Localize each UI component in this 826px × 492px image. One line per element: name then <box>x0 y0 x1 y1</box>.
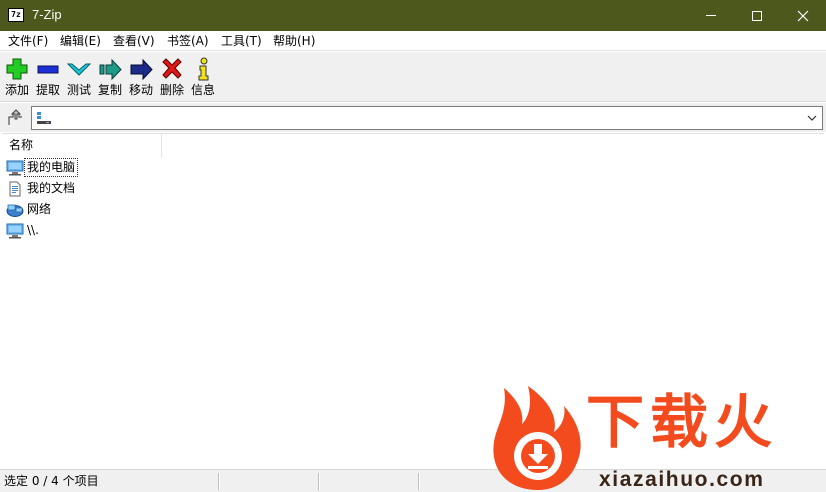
menu-edit[interactable]: 编辑(E) <box>60 33 101 49</box>
status-divider <box>418 473 420 490</box>
computer-icon <box>6 223 24 239</box>
window-title: 7-Zip <box>32 7 62 22</box>
status-divider <box>218 473 220 490</box>
minimize-button[interactable] <box>688 0 734 31</box>
delete-button[interactable]: 删除 <box>156 54 188 100</box>
minimize-icon <box>706 15 716 16</box>
list-item-label: 我的电脑 <box>23 158 79 177</box>
move-arrow-icon <box>130 58 153 81</box>
menu-bar: 文件(F) 编辑(E) 查看(V) 书签(A) 工具(T) 帮助(H) <box>0 31 826 51</box>
chevron-down-icon[interactable] <box>805 110 819 126</box>
copy-label: 复制 <box>97 83 122 97</box>
copy-arrow-icon <box>99 58 122 81</box>
maximize-button[interactable] <box>734 0 780 31</box>
info-icon <box>198 57 209 81</box>
close-icon <box>797 10 809 21</box>
extract-button[interactable]: 提取 <box>32 54 64 100</box>
menu-file[interactable]: 文件(F) <box>8 33 48 49</box>
up-folder-button[interactable] <box>4 107 26 129</box>
menu-tools[interactable]: 工具(T) <box>221 33 262 49</box>
list-item-label: 我的文档 <box>27 181 76 195</box>
network-icon <box>6 204 24 217</box>
extract-label: 提取 <box>35 83 60 97</box>
address-combobox[interactable] <box>31 106 823 130</box>
info-button[interactable]: 信息 <box>187 54 219 100</box>
list-item-label: 网络 <box>27 202 52 216</box>
close-button[interactable] <box>780 0 826 31</box>
column-header-name[interactable]: 名称 <box>2 134 162 158</box>
test-label: 测试 <box>66 83 91 97</box>
list-item-label: \\. <box>27 223 39 237</box>
status-divider <box>318 473 320 490</box>
app-icon[interactable]: 7z <box>8 8 24 22</box>
minus-icon <box>37 65 59 74</box>
maximize-icon <box>752 10 762 21</box>
copy-button[interactable]: 复制 <box>94 54 126 100</box>
menu-view[interactable]: 查看(V) <box>113 33 155 49</box>
watermark-url: xiazaihuo.com <box>599 468 765 491</box>
column-header-empty <box>163 134 823 158</box>
add-button[interactable]: 添加 <box>1 54 33 100</box>
check-chevron-icon <box>66 63 92 76</box>
test-button[interactable]: 测试 <box>63 54 95 100</box>
add-label: 添加 <box>4 83 29 97</box>
up-folder-icon <box>8 109 22 125</box>
move-button[interactable]: 移动 <box>125 54 157 100</box>
watermark-cn-text: 下载火 <box>586 388 779 456</box>
menu-help[interactable]: 帮助(H) <box>273 33 315 49</box>
address-bar <box>0 103 826 132</box>
delete-label: 删除 <box>159 83 184 97</box>
toolbar: 添加 提取 测试 复制 移动 删除 信息 <box>0 52 826 102</box>
document-icon <box>9 181 21 197</box>
move-label: 移动 <box>128 83 153 97</box>
computer-icon <box>6 160 24 176</box>
menu-bookmarks[interactable]: 书签(A) <box>167 33 209 49</box>
computer-small-icon <box>37 112 51 124</box>
info-label: 信息 <box>190 83 215 97</box>
status-selection: 选定 0 / 4 个项目 <box>4 474 99 488</box>
flame-logo-icon <box>493 386 581 490</box>
watermark-logo: 下载火 xiazaihuo.com <box>488 380 826 492</box>
title-bar[interactable]: 7z 7-Zip <box>0 0 826 31</box>
plus-icon <box>6 58 28 80</box>
delete-x-icon <box>162 58 182 79</box>
